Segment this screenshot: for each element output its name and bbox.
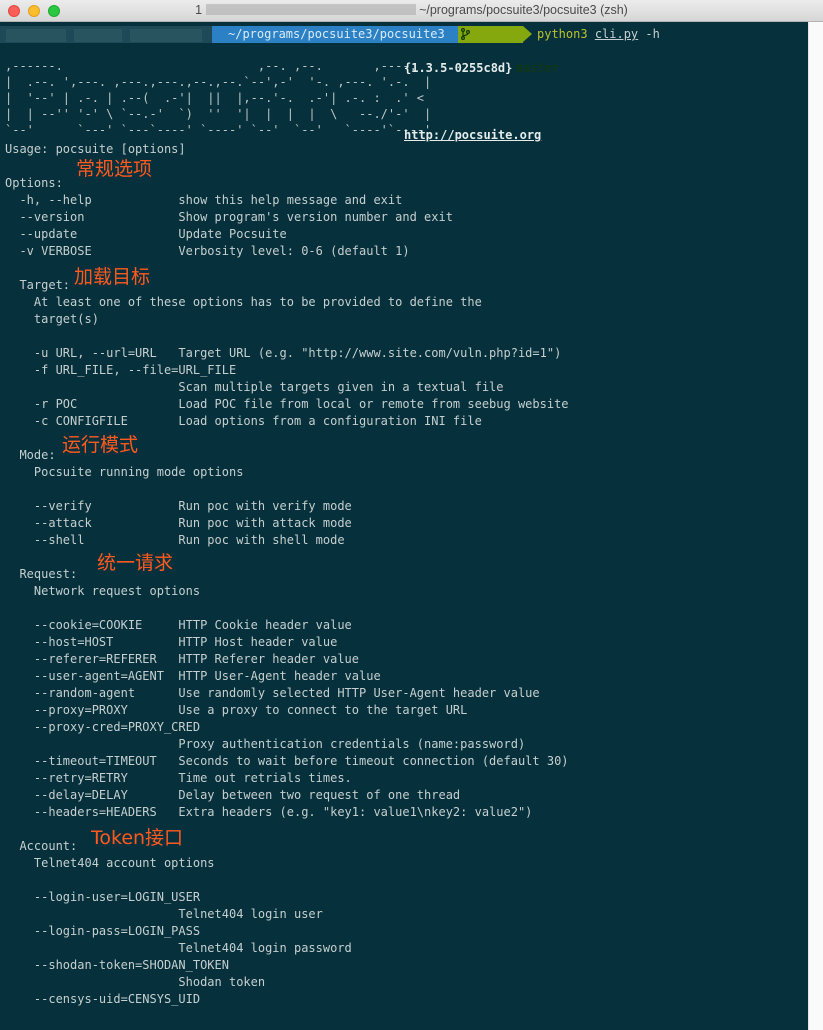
help-line: -f URL_FILE, --file=URL_FILE [5,363,237,377]
help-line: Telnet404 login password [5,941,352,955]
help-line: --delay=DELAY Delay between two request … [5,788,461,802]
command-args: -h [645,27,660,41]
help-line: Request: [5,567,78,581]
version-string: {1.3.5-0255c8d} [404,61,513,75]
help-line: --cookie=COOKIE HTTP Cookie header value [5,618,352,632]
help-line: Proxy authentication credentials (name:p… [5,737,526,751]
help-line: Network request options [5,584,201,598]
prompt-git-segment: master [458,26,559,75]
help-line: --host=HOST HTTP Host header value [5,635,338,649]
shell-prompt: ~/programs/pocsuite3/pocsuite3 master py… [0,26,808,75]
help-line: Scan multiple targets given in a textual… [5,380,504,394]
terminal-output[interactable]: ~/programs/pocsuite3/pocsuite3 master py… [0,22,808,1030]
command-executable: python3 [537,27,588,41]
help-line: At least one of these options has to be … [5,295,482,309]
help-line: --headers=HEADERS Extra headers (e.g. "k… [5,805,533,819]
help-line: Shodan token [5,975,266,989]
help-line: Telnet404 account options [5,856,215,870]
redacted-user-host [205,4,416,15]
help-line: Pocsuite running mode options [5,465,244,479]
help-line: target(s) [5,312,99,326]
help-line: -c CONFIGFILE Load options from a config… [5,414,482,428]
prompt-path-segment: ~/programs/pocsuite3/pocsuite3 [212,26,458,43]
help-line: --user-agent=AGENT HTTP User-Agent heade… [5,669,381,683]
window-title-prefix: 1 [195,3,203,17]
pocsuite-url-link[interactable]: http://pocsuite.org [404,128,541,142]
help-line: --proxy-cred=PROXY_CRED [5,720,201,734]
section-annotation: 运行模式 [62,434,139,456]
help-line: --random-agent Use randomly selected HTT… [5,686,540,700]
vertical-scrollbar[interactable] [808,22,823,1030]
section-annotation: 统一请求 [97,552,174,574]
help-line: Mode: [5,448,56,462]
help-line: -h, --help show this help message and ex… [5,193,403,207]
help-line: Target: [5,278,71,292]
help-line: --proxy=PROXY Use a proxy to connect to … [5,703,468,717]
help-line: Telnet404 login user [5,907,323,921]
ascii-banner: ,------. ,--. ,--. ,----. | .--. ',---. … [5,59,432,137]
git-branch-name: master [515,61,559,75]
prompt-command: python3 cli.py -h [537,26,660,43]
help-line: --update Update Pocsuite [5,227,287,241]
window-titlebar: 1 ~/programs/pocsuite3/pocsuite3 (zsh) [0,0,823,22]
window-title-path: ~/programs/pocsuite3/pocsuite3 (zsh) [419,3,628,17]
help-line: --attack Run poc with attack mode [5,516,352,530]
help-line: --shell Run poc with shell mode [5,533,345,547]
help-line: --referer=REFERER HTTP Referer header va… [5,652,360,666]
help-line: --verify Run poc with verify mode [5,499,352,513]
section-annotation: 加载目标 [74,266,151,288]
help-line: --login-pass=LOGIN_PASS [5,924,201,938]
command-file: cli.py [594,27,639,41]
help-line: --censys-uid=CENSYS_UID [5,992,201,1006]
prompt-user-segment [0,26,212,43]
section-annotation: Token接口 [91,827,184,849]
help-line: Account: [5,839,78,853]
help-line: -u URL, --url=URL Target URL (e.g. "http… [5,346,562,360]
help-line: Usage: pocsuite [options] [5,142,186,156]
section-annotation: 常规选项 [76,158,153,180]
help-line: Options: [5,176,63,190]
help-line: --retry=RETRY Time out retrials times. [5,771,352,785]
help-line: --shodan-token=SHODAN_TOKEN [5,958,229,972]
help-line: --version Show program's version number … [5,210,453,224]
git-branch-icon [461,28,470,40]
window-title: 1 ~/programs/pocsuite3/pocsuite3 (zsh) [0,3,823,17]
help-line: --timeout=TIMEOUT Seconds to wait before… [5,754,569,768]
help-line: -v VERBOSE Verbosity level: 0-6 (default… [5,244,410,258]
help-line: --login-user=LOGIN_USER [5,890,201,904]
help-line: -r POC Load POC file from local or remot… [5,397,569,411]
